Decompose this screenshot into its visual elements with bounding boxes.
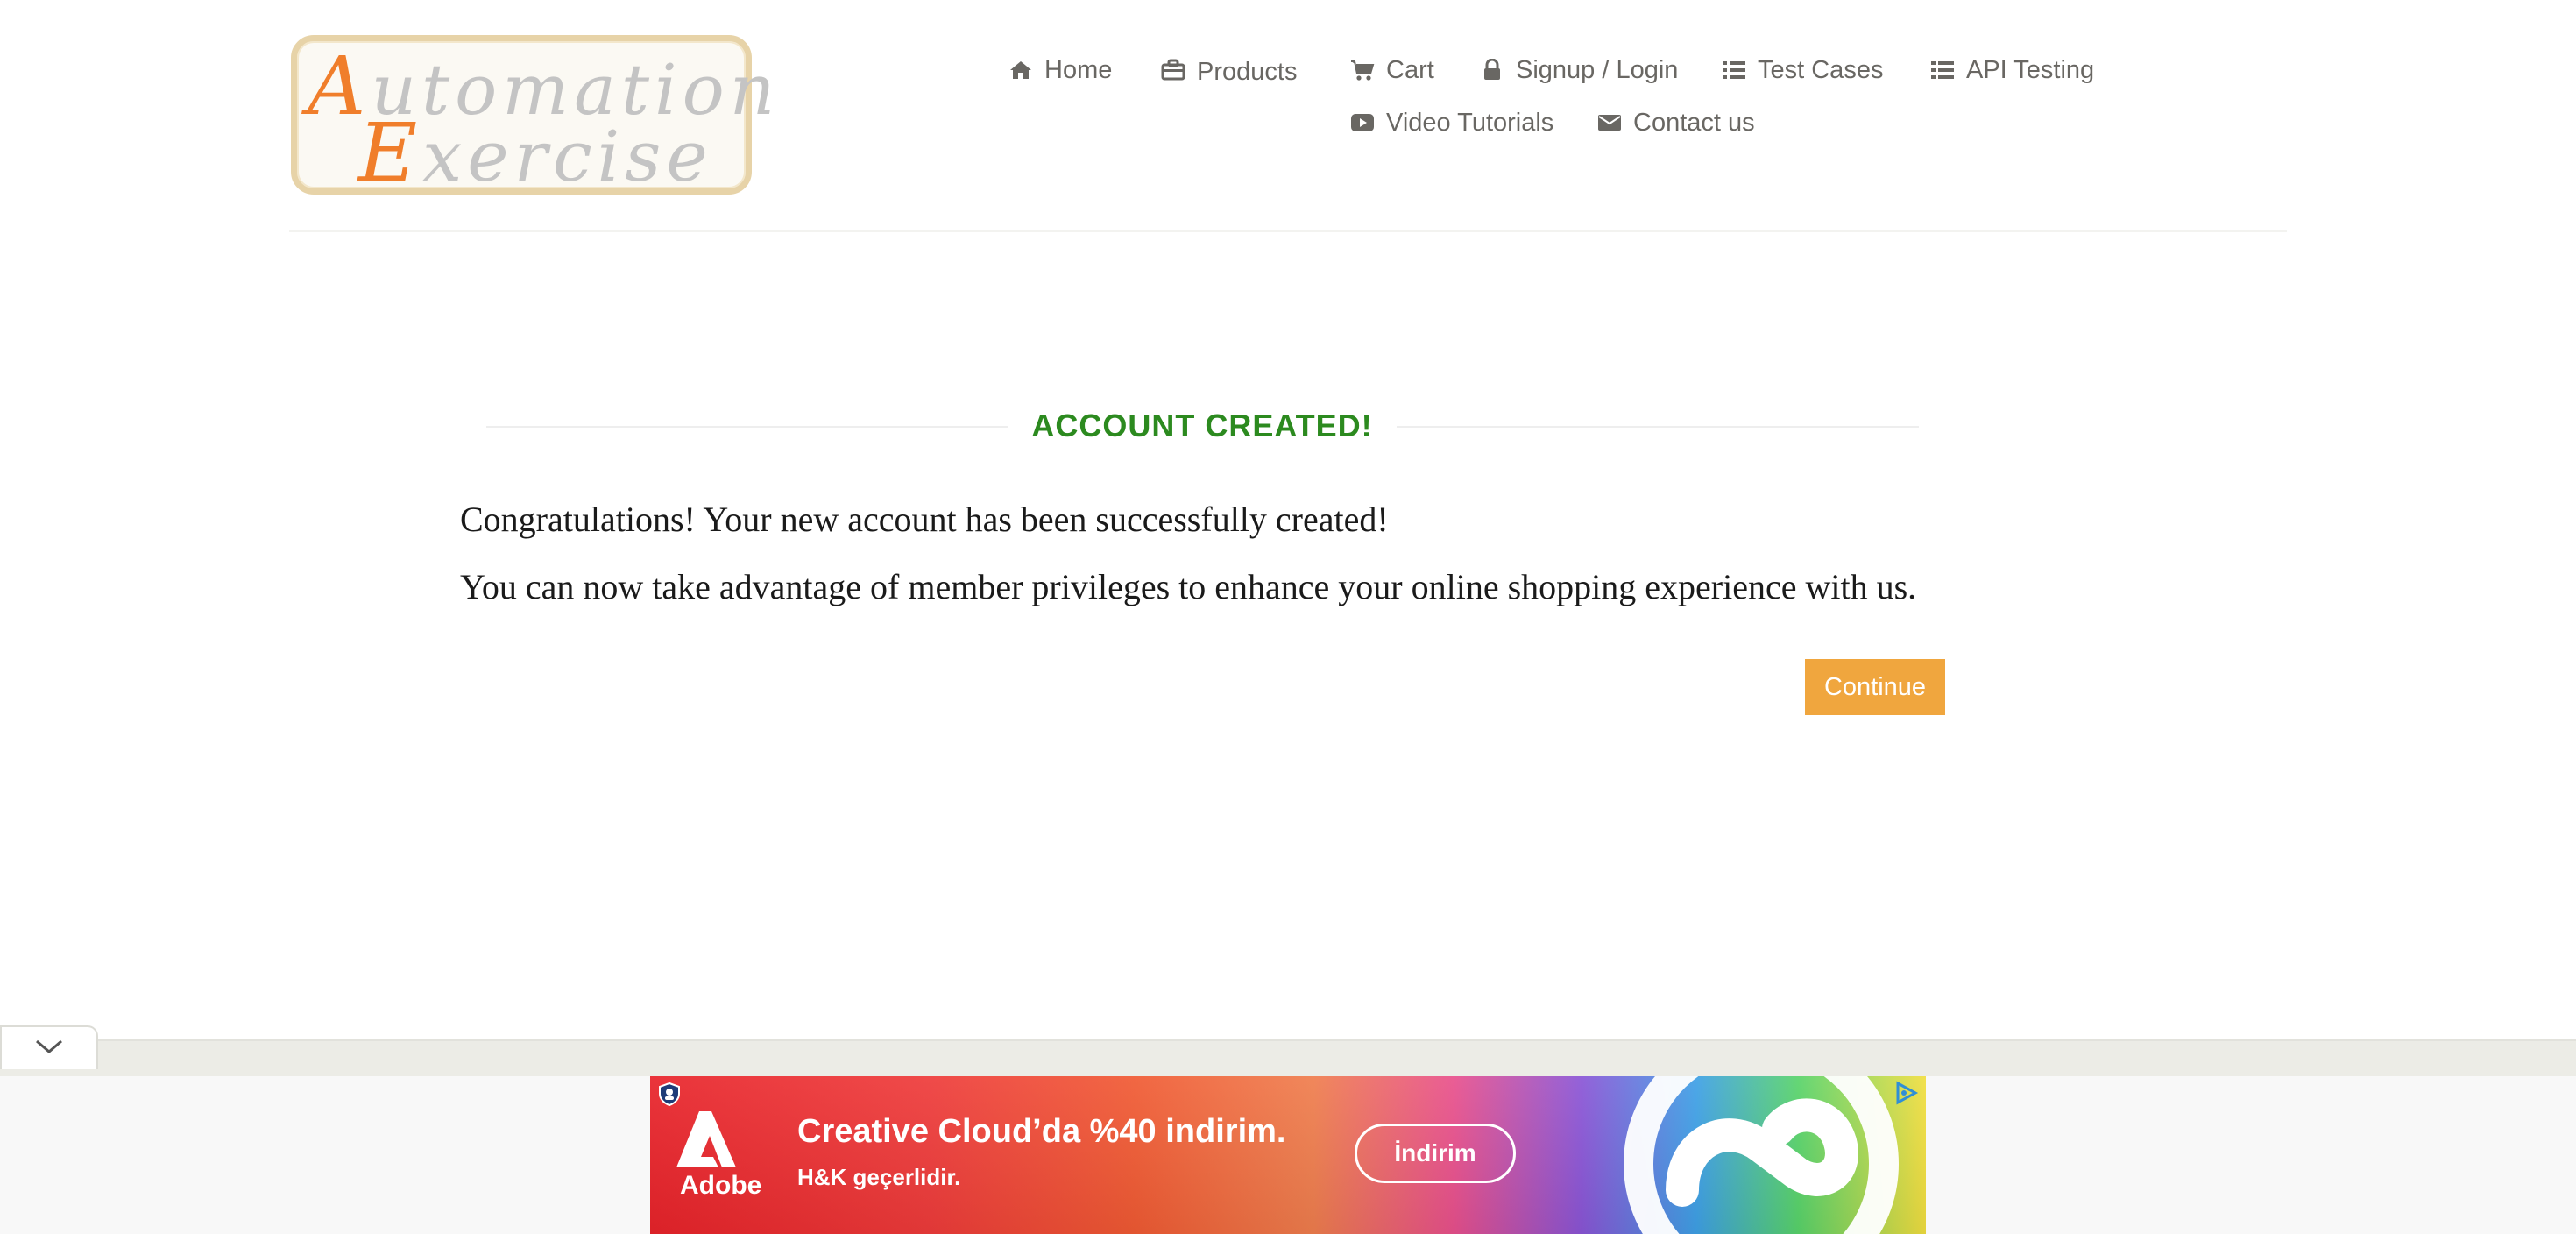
briefcase-icon [1160,57,1186,83]
continue-button[interactable]: Continue [1805,659,1945,715]
nav-signup-login[interactable]: Signup / Login [1479,53,1678,88]
nav-video-tutorials-label: Video Tutorials [1386,108,1554,137]
nav-cart[interactable]: Cart [1349,53,1434,88]
list-icon [1929,57,1956,83]
site-logo[interactable]: Automation Exercise [291,35,775,200]
nav-video-tutorials[interactable]: Video Tutorials [1349,105,1553,140]
page-title: ACCOUNT CREATED! [1031,408,1373,443]
success-message: Congratulations! Your new account has be… [460,500,1389,539]
creative-cloud-icon [1621,1076,1901,1234]
nav-contact-us[interactable]: Contact us [1596,105,1755,140]
ad-subtext: H&K geçerlidir. [797,1164,961,1190]
list-icon [1721,57,1747,83]
title-rule-right [1397,426,1919,428]
adchoices-icon[interactable] [1893,1080,1919,1106]
nav-home[interactable]: Home [1008,53,1112,88]
nav-api-testing-label: API Testing [1966,55,2095,84]
cart-icon [1349,57,1376,83]
lock-icon [1479,57,1505,83]
adobe-brand-name: Adobe [680,1171,762,1200]
privileges-message: You can now take advantage of member pri… [460,567,1917,606]
chevron-down-icon [34,1038,64,1060]
ad-headline: Creative Cloud’da %40 indirim. [797,1113,1286,1150]
page: Automation Exercise Home Products Cart S… [0,0,2576,1234]
nav-api-testing[interactable]: API Testing [1929,53,2094,88]
nav-contact-us-label: Contact us [1633,108,1755,137]
title-rule-left [486,426,1008,428]
ad-collapse-toggle[interactable] [0,1025,98,1069]
nav-test-cases-label: Test Cases [1758,55,1884,84]
nav-test-cases[interactable]: Test Cases [1721,53,1883,88]
home-icon [1008,57,1034,83]
nav-home-label: Home [1044,55,1113,84]
nav-products-label: Products [1197,57,1298,86]
nav-cart-label: Cart [1386,55,1434,84]
logo-text-exercise: Exercise [358,106,713,200]
ad-discount-button[interactable]: İndirim [1355,1124,1516,1183]
adobe-logo-icon [673,1108,740,1171]
nav-signup-login-label: Signup / Login [1516,55,1679,84]
youtube-play-icon [1349,110,1376,136]
ad-collapse-bar [0,1039,2576,1078]
envelope-icon [1596,110,1623,136]
nav-products[interactable]: Products [1160,53,1297,88]
ad-banner[interactable]: Adobe Creative Cloud’da %40 indirim. H&K… [650,1076,1926,1234]
ad-privacy-badge-icon[interactable] [657,1082,682,1107]
header-divider [289,230,2287,232]
